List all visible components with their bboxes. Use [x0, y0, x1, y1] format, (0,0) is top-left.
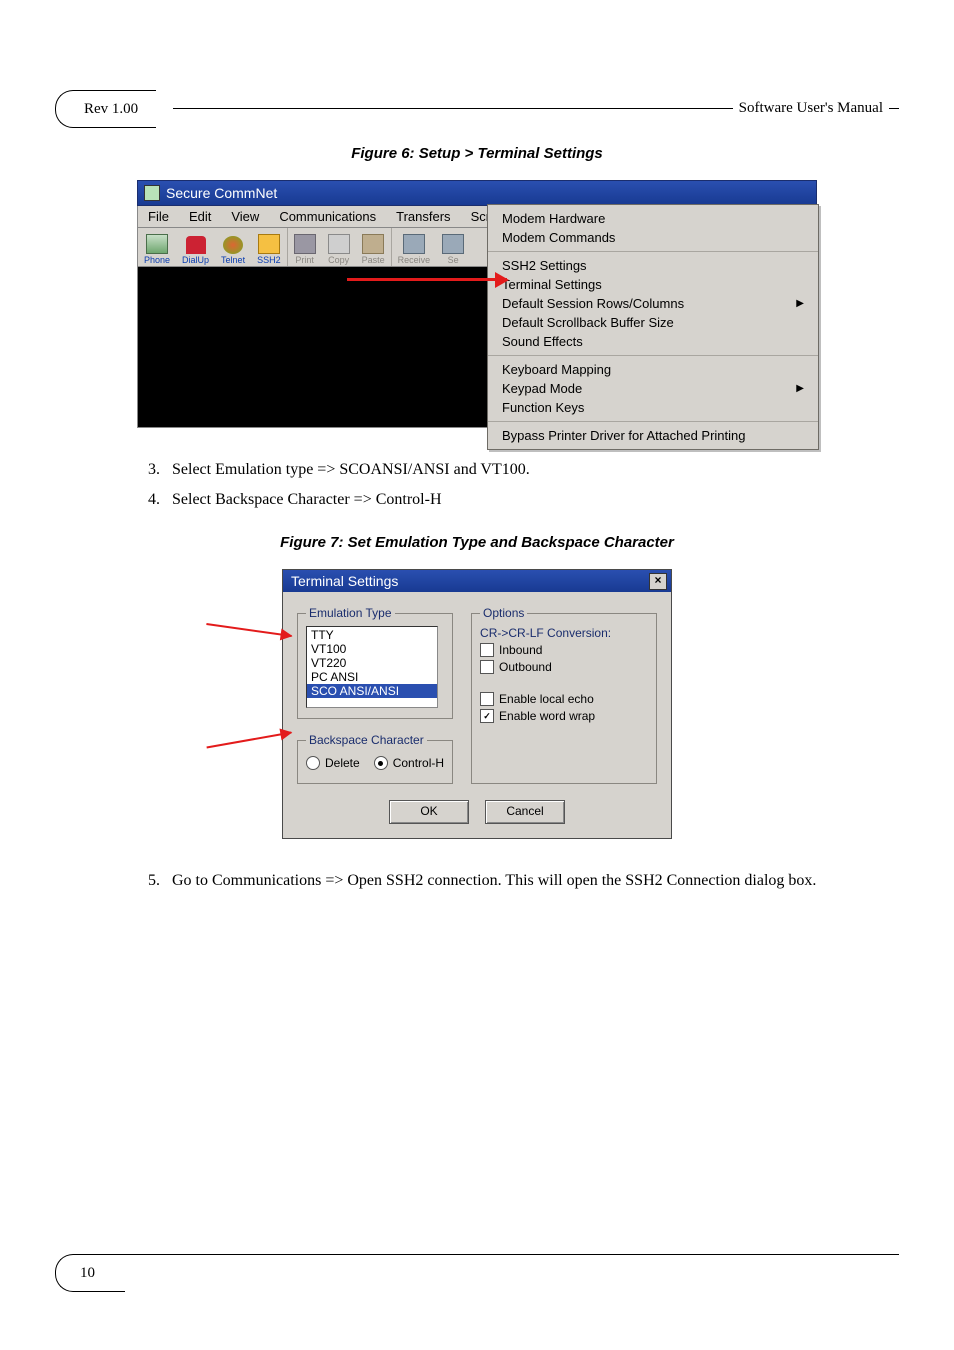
- page-footer: 10: [55, 1254, 899, 1290]
- checkbox-icon: [480, 692, 494, 706]
- emulation-opt-pcansi[interactable]: PC ANSI: [307, 670, 437, 684]
- menu-file[interactable]: File: [138, 206, 179, 227]
- close-button[interactable]: ×: [649, 573, 667, 590]
- rev-label: Rev 1.00: [55, 90, 156, 128]
- callout-arrow-icon: [206, 623, 291, 637]
- toolbar-phone-label: Phone: [144, 255, 170, 265]
- app-title: Secure CommNet: [166, 185, 277, 201]
- toolbar-ssh2-label: SSH2: [257, 255, 281, 265]
- callout-arrow-icon: [206, 732, 291, 749]
- menu-modem-hardware[interactable]: Modem Hardware: [488, 209, 818, 228]
- toolbar-print-label: Print: [295, 255, 314, 265]
- lock-icon: [258, 234, 280, 254]
- toolbar-copy[interactable]: Copy: [322, 228, 356, 266]
- page-number: 10: [55, 1254, 125, 1292]
- step-5: 5. Go to Communications => Open SSH2 con…: [130, 869, 884, 893]
- figure6: Secure CommNet File Edit View Communicat…: [137, 180, 817, 428]
- phone-icon: [186, 236, 206, 254]
- send-icon: [442, 234, 464, 254]
- backspace-delete-radio[interactable]: Delete: [306, 756, 360, 770]
- toolbar-telnet[interactable]: Telnet: [215, 228, 251, 266]
- figure6-caption: Figure 6: Setup > Terminal Settings: [70, 145, 884, 162]
- menu-transfers[interactable]: Transfers: [386, 206, 460, 227]
- backspace-fieldset: Backspace Character Delete Control-H: [297, 733, 453, 784]
- emulation-opt-scoansi[interactable]: SCO ANSI/ANSI: [307, 684, 437, 698]
- toolbar-send[interactable]: Se: [436, 228, 464, 266]
- toolbar-ssh2[interactable]: SSH2: [251, 228, 287, 266]
- figure7-caption: Figure 7: Set Emulation Type and Backspa…: [70, 534, 884, 551]
- emulation-opt-tty[interactable]: TTY: [307, 628, 437, 642]
- chevron-right-icon: ▶: [796, 383, 804, 394]
- chevron-right-icon: ▶: [796, 298, 804, 309]
- printer-icon: [294, 234, 316, 254]
- ok-button[interactable]: OK: [389, 800, 469, 824]
- cancel-button[interactable]: Cancel: [485, 800, 565, 824]
- menu-view[interactable]: View: [221, 206, 269, 227]
- toolbar-dialup[interactable]: DialUp: [176, 228, 215, 266]
- globe-icon: [223, 236, 243, 254]
- paste-icon: [362, 234, 384, 254]
- toolbar-telnet-label: Telnet: [221, 255, 245, 265]
- figure7: Terminal Settings × Emulation Type TTY V…: [282, 569, 672, 839]
- toolbar-paste[interactable]: Paste: [356, 228, 391, 266]
- word-wrap-checkbox[interactable]: Enable word wrap: [480, 709, 648, 723]
- menu-edit[interactable]: Edit: [179, 206, 221, 227]
- toolbar-copy-label: Copy: [328, 255, 349, 265]
- checkbox-icon: [480, 709, 494, 723]
- receive-icon: [403, 234, 425, 254]
- menu-communications[interactable]: Communications: [269, 206, 386, 227]
- emulation-type-label: Emulation Type: [306, 606, 395, 620]
- checkbox-icon: [480, 660, 494, 674]
- menu-scrollback-size[interactable]: Default Scrollback Buffer Size: [488, 313, 818, 332]
- options-label: Options: [480, 606, 527, 620]
- menu-default-rows-cols[interactable]: Default Session Rows/Columns▶: [488, 294, 818, 313]
- footer-rule: [125, 1254, 899, 1255]
- toolbar-receive[interactable]: Receive: [392, 228, 437, 266]
- setup-dropdown: Modem Hardware Modem Commands SSH2 Setti…: [487, 204, 819, 450]
- backspace-controlh-radio[interactable]: Control-H: [374, 756, 444, 770]
- toolbar-paste-label: Paste: [362, 255, 385, 265]
- menu-sound-effects[interactable]: Sound Effects: [488, 332, 818, 351]
- menu-modem-commands[interactable]: Modem Commands: [488, 228, 818, 247]
- emulation-opt-vt220[interactable]: VT220: [307, 656, 437, 670]
- menu-ssh2-settings[interactable]: SSH2 Settings: [488, 256, 818, 275]
- emulation-type-fieldset: Emulation Type TTY VT100 VT220 PC ANSI S…: [297, 606, 453, 719]
- dialog-title: Terminal Settings: [291, 573, 398, 589]
- crlf-label: CR->CR-LF Conversion:: [480, 626, 648, 640]
- menu-terminal-settings[interactable]: Terminal Settings: [488, 275, 818, 294]
- toolbar-receive-label: Receive: [398, 255, 431, 265]
- app-icon: [144, 185, 160, 201]
- manual-title: Software User's Manual: [733, 90, 889, 126]
- step-4: 4. Select Backspace Character => Control…: [130, 488, 884, 512]
- menu-function-keys[interactable]: Function Keys: [488, 398, 818, 417]
- outbound-checkbox[interactable]: Outbound: [480, 660, 648, 674]
- menu-bypass-printer[interactable]: Bypass Printer Driver for Attached Print…: [488, 426, 818, 445]
- terminal-settings-dialog: Terminal Settings × Emulation Type TTY V…: [282, 569, 672, 839]
- copy-icon: [328, 234, 350, 254]
- toolbar-dialup-label: DialUp: [182, 255, 209, 265]
- app-titlebar: Secure CommNet: [137, 180, 817, 206]
- dialog-titlebar: Terminal Settings ×: [283, 570, 671, 592]
- menu-keypad-mode[interactable]: Keypad Mode▶: [488, 379, 818, 398]
- menu-keyboard-mapping[interactable]: Keyboard Mapping: [488, 360, 818, 379]
- inbound-checkbox[interactable]: Inbound: [480, 643, 648, 657]
- terminal-area: [137, 267, 489, 428]
- phonebook-icon: [146, 234, 168, 254]
- toolbar-phonebook[interactable]: Phone: [138, 228, 176, 266]
- backspace-label: Backspace Character: [306, 733, 427, 747]
- step-3: 3. Select Emulation type => SCOANSI/ANSI…: [130, 458, 884, 482]
- radio-icon: [306, 756, 320, 770]
- radio-icon: [374, 756, 388, 770]
- local-echo-checkbox[interactable]: Enable local echo: [480, 692, 648, 706]
- toolbar-se-label: Se: [448, 255, 459, 265]
- callout-arrow-icon: [347, 278, 507, 281]
- emulation-opt-vt100[interactable]: VT100: [307, 642, 437, 656]
- checkbox-icon: [480, 643, 494, 657]
- page-header: Rev 1.00 Software User's Manual: [55, 90, 899, 126]
- emulation-listbox[interactable]: TTY VT100 VT220 PC ANSI SCO ANSI/ANSI: [306, 626, 438, 708]
- toolbar: Phone DialUp Telnet SSH2: [137, 228, 489, 267]
- options-fieldset: Options CR->CR-LF Conversion: Inbound Ou…: [471, 606, 657, 784]
- toolbar-print[interactable]: Print: [288, 228, 322, 266]
